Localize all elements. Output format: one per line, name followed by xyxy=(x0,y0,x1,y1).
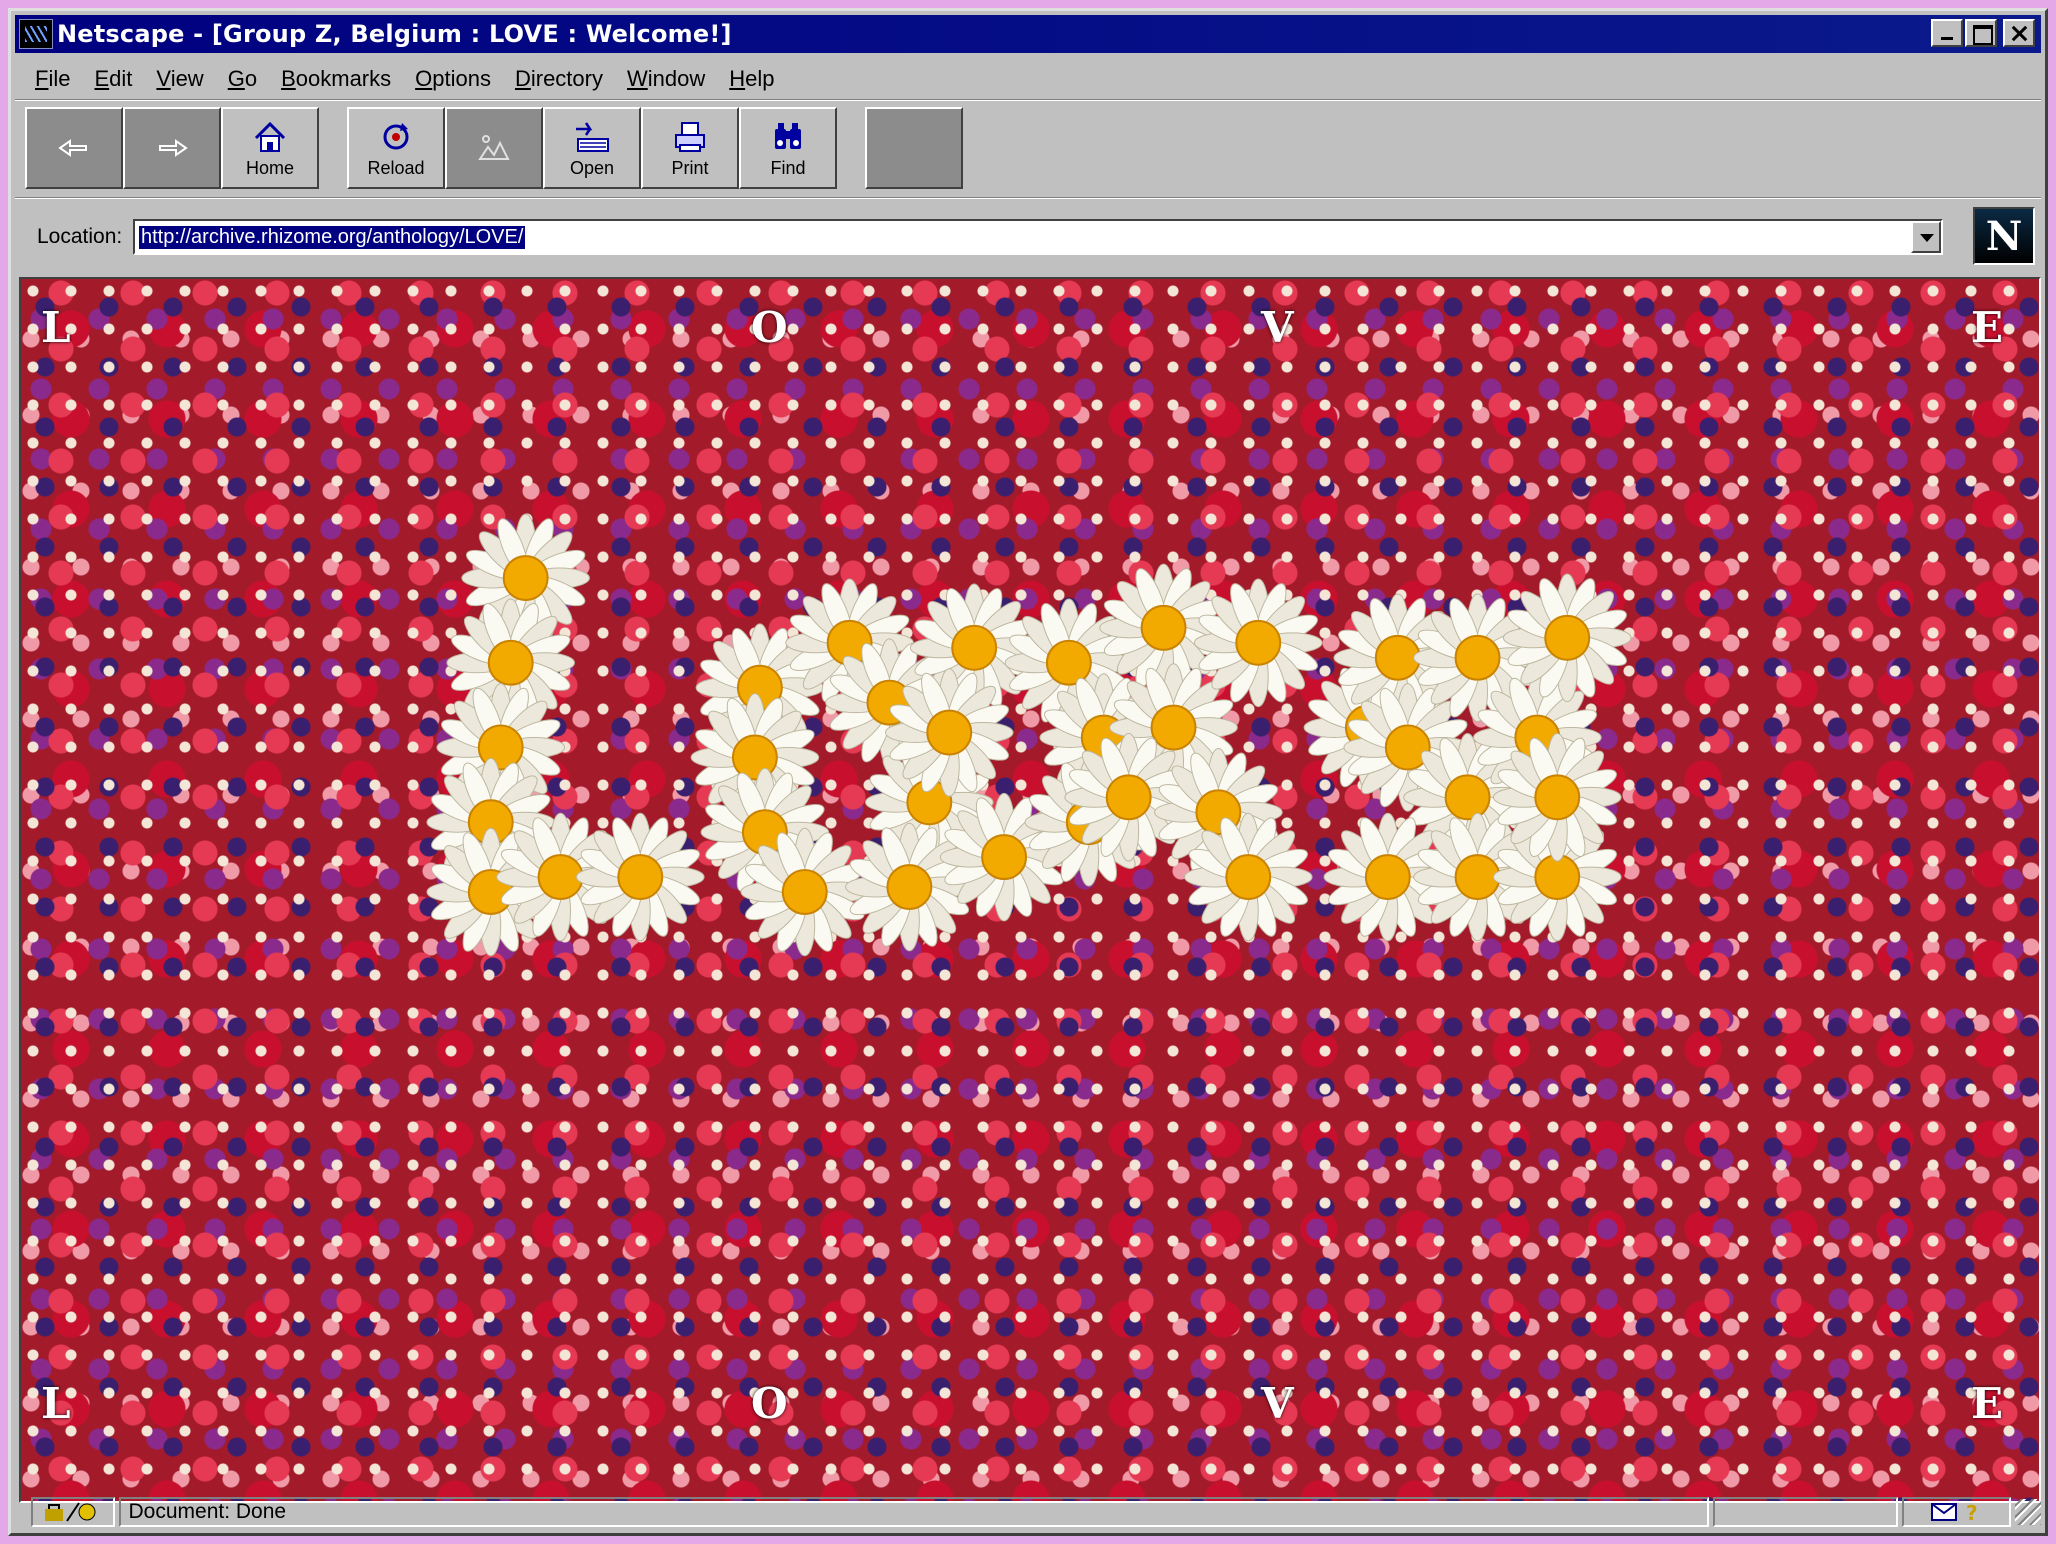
images-icon xyxy=(474,129,514,167)
back-button[interactable] xyxy=(25,107,123,189)
open-button[interactable]: Open xyxy=(543,107,641,189)
location-input[interactable]: http://archive.rhizome.org/anthology/LOV… xyxy=(133,219,1943,255)
corner-letter: O xyxy=(751,303,788,352)
corner-letter: E xyxy=(1971,1379,2004,1428)
daisy-flower xyxy=(1183,812,1313,942)
window-controls xyxy=(1931,19,2035,47)
stop-button[interactable] xyxy=(865,107,963,189)
menu-bookmarks[interactable]: Bookmarks xyxy=(269,66,403,92)
daisy-love-artwork xyxy=(426,513,1632,957)
location-bar: Location: http://archive.rhizome.org/ant… xyxy=(15,207,2041,267)
page-content[interactable]: L O V E L O V E xyxy=(19,277,2041,1503)
location-url: http://archive.rhizome.org/anthology/LOV… xyxy=(139,225,526,249)
window-title: Netscape - [Group Z, Belgium : LOVE : We… xyxy=(57,20,732,48)
find-label: Find xyxy=(770,157,806,178)
corner-letter: L xyxy=(41,1379,71,1428)
find-button[interactable]: Find xyxy=(739,107,837,189)
daisy-flower xyxy=(1492,733,1622,862)
open-icon xyxy=(572,118,612,156)
close-button[interactable] xyxy=(2003,19,2035,47)
print-label: Print xyxy=(671,157,709,178)
menu-separator xyxy=(15,99,2041,101)
title-bar[interactable]: Netscape - [Group Z, Belgium : LOVE : We… xyxy=(15,15,2041,53)
toolbar: Home Reload Open Print Find xyxy=(25,107,963,191)
reload-button[interactable]: Reload xyxy=(347,107,445,189)
home-button[interactable]: Home xyxy=(221,107,319,189)
menu-edit[interactable]: Edit xyxy=(82,66,144,92)
forward-button[interactable] xyxy=(123,107,221,189)
corner-letter: V xyxy=(1261,1379,1294,1428)
question-icon[interactable]: ? xyxy=(1963,1500,1981,1524)
corner-letter: V xyxy=(1261,303,1294,352)
mail-icon[interactable] xyxy=(1931,1503,1958,1521)
menu-view[interactable]: View xyxy=(144,66,215,92)
printer-icon xyxy=(672,118,708,156)
daisy-flower xyxy=(1193,578,1323,708)
menu-directory[interactable]: Directory xyxy=(503,66,615,92)
binoculars-icon xyxy=(770,118,806,156)
home-label: Home xyxy=(245,157,294,178)
corner-letter: L xyxy=(41,303,71,352)
daisy-flower xyxy=(1502,573,1632,703)
netscape-window: Netscape - [Group Z, Belgium : LOVE : We… xyxy=(8,8,2048,1536)
progress-area xyxy=(1712,1497,1898,1527)
mail-status[interactable]: ? xyxy=(1901,1497,2012,1527)
netscape-n-logo[interactable]: N xyxy=(1973,207,2035,265)
menu-options[interactable]: Options xyxy=(403,66,503,92)
netscape-app-icon[interactable] xyxy=(19,19,53,49)
menu-window[interactable]: Window xyxy=(615,66,717,92)
menu-go[interactable]: Go xyxy=(216,66,269,92)
status-bar: Document: Done ? xyxy=(15,1495,2041,1529)
minimize-button[interactable] xyxy=(1931,19,1963,47)
menu-help[interactable]: Help xyxy=(717,66,786,92)
status-text: Document: Done xyxy=(118,1497,1709,1527)
print-button[interactable]: Print xyxy=(641,107,739,189)
reload-icon xyxy=(378,118,414,156)
resize-grip[interactable] xyxy=(2015,1499,2041,1525)
security-icon[interactable] xyxy=(31,1497,115,1527)
corner-letter: E xyxy=(1971,303,2004,352)
open-label: Open xyxy=(569,157,615,178)
home-icon xyxy=(252,118,288,156)
location-dropdown-button[interactable] xyxy=(1911,221,1941,253)
back-arrow-icon xyxy=(54,129,94,167)
menu-bar: File Edit View Go Bookmarks Options Dire… xyxy=(15,61,2041,97)
daisy-flower xyxy=(575,812,705,942)
menu-file[interactable]: File xyxy=(23,66,82,92)
corner-letter: O xyxy=(751,1379,788,1428)
svg-text:?: ? xyxy=(1966,1501,1978,1524)
daisy-flower xyxy=(884,668,1014,797)
toolbar-separator xyxy=(15,197,2041,199)
forward-arrow-icon xyxy=(152,129,192,167)
reload-label: Reload xyxy=(367,157,425,178)
location-label: Location: xyxy=(37,225,123,248)
maximize-button[interactable] xyxy=(1965,19,1997,47)
images-button[interactable] xyxy=(445,107,543,189)
